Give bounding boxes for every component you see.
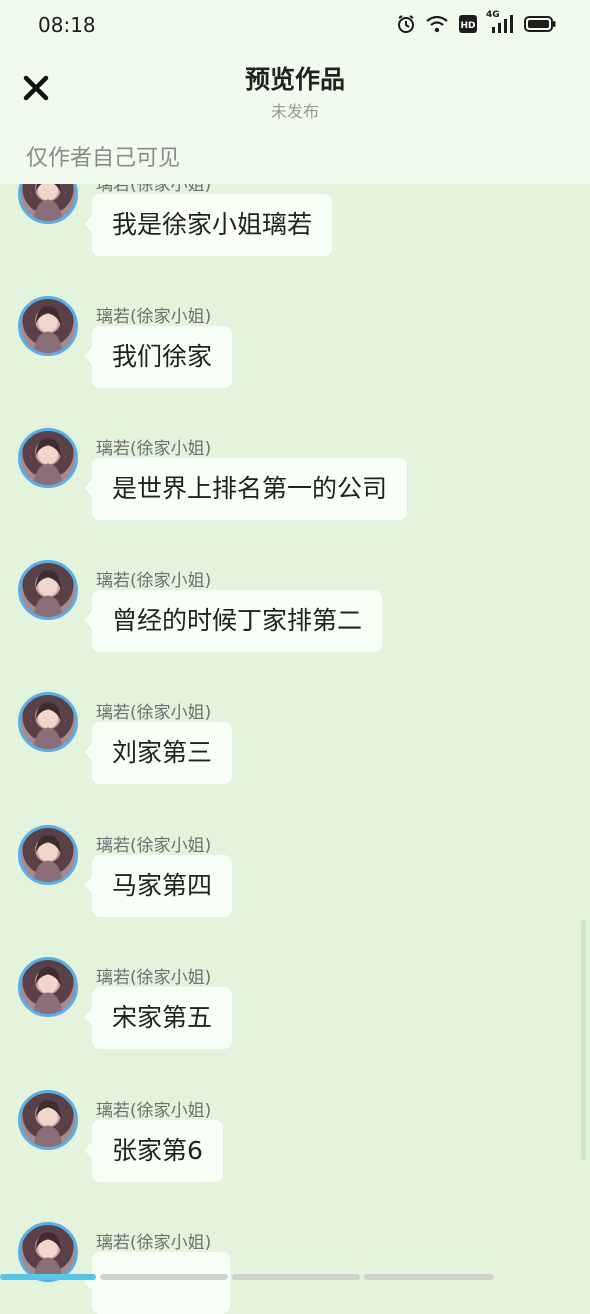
publish-status: 未发布 bbox=[270, 102, 319, 121]
sender-name: 璃若(徐家小姐) bbox=[96, 439, 212, 459]
sender-name: 璃若(徐家小姐) bbox=[96, 968, 212, 988]
sender-name: 璃若(徐家小姐) bbox=[96, 571, 212, 591]
avatar[interactable] bbox=[18, 1090, 78, 1150]
status-bar: 08:18 HD 4G bbox=[0, 0, 590, 52]
wifi-icon bbox=[426, 15, 448, 37]
battery-icon bbox=[524, 15, 556, 37]
avatar[interactable] bbox=[18, 428, 78, 488]
avatar[interactable] bbox=[18, 957, 78, 1017]
sender-name: 璃若(徐家小姐) bbox=[96, 836, 212, 856]
sender-name: 璃若(徐家小姐) bbox=[96, 307, 212, 327]
status-icons: HD 4G bbox=[396, 10, 556, 38]
top-bar: 08:18 HD 4G 预览作品 未发布 仅作者自己可见 bbox=[0, 0, 590, 184]
signal-icon: 4G bbox=[486, 10, 514, 38]
sender-name: 璃若(徐家小姐) bbox=[96, 1233, 212, 1253]
svg-text:HD: HD bbox=[460, 21, 475, 31]
message-bubble[interactable]: 马家第四 bbox=[83, 855, 233, 917]
message-bubble[interactable]: 我们徐家 bbox=[83, 326, 233, 388]
message-bubble[interactable]: 宋家第五 bbox=[83, 987, 233, 1049]
page-title: 预览作品 bbox=[244, 65, 345, 94]
chat-list[interactable]: 璃若(徐家小姐) 我是徐家小姐璃若 璃若(徐家小姐) 我们徐家 璃若(徐家小姐)… bbox=[0, 0, 590, 1314]
avatar[interactable] bbox=[18, 1222, 78, 1282]
message-bubble[interactable]: 张家第6 bbox=[84, 1120, 223, 1182]
message-bubble[interactable]: 是世界上排名第一的公司 bbox=[83, 458, 408, 520]
progress-strip bbox=[0, 1274, 590, 1280]
avatar[interactable] bbox=[18, 296, 78, 356]
avatar[interactable] bbox=[18, 560, 78, 620]
message-bubble[interactable] bbox=[84, 1252, 230, 1314]
network-type: 4G bbox=[486, 10, 500, 20]
alarm-icon bbox=[396, 14, 416, 38]
avatar[interactable] bbox=[18, 825, 78, 885]
sender-name: 璃若(徐家小姐) bbox=[96, 703, 212, 723]
message-bubble[interactable]: 刘家第三 bbox=[83, 722, 233, 784]
message-bubble[interactable]: 曾经的时候丁家排第二 bbox=[83, 590, 383, 652]
message-bubble[interactable]: 我是徐家小姐璃若 bbox=[83, 194, 333, 256]
avatar[interactable] bbox=[18, 692, 78, 752]
hd-icon: HD bbox=[458, 14, 478, 38]
sender-name: 璃若(徐家小姐) bbox=[96, 1101, 212, 1121]
scrollbar[interactable] bbox=[581, 920, 586, 1160]
status-time: 08:18 bbox=[38, 13, 96, 37]
visibility-note: 仅作者自己可见 bbox=[26, 146, 181, 171]
